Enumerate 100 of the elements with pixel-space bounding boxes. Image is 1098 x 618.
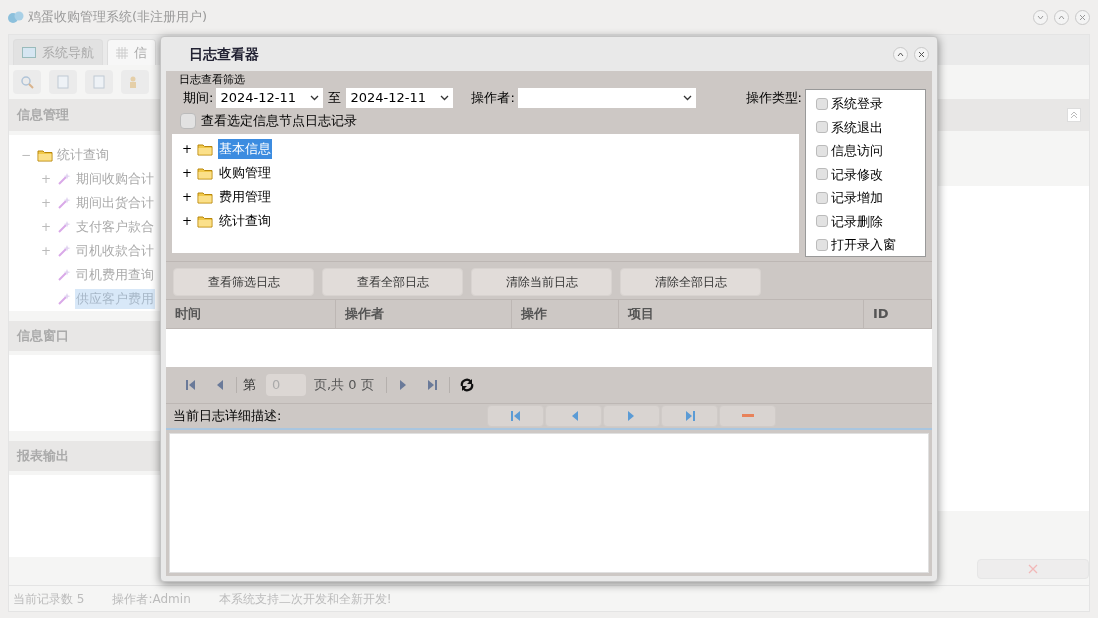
tree-item[interactable]: 费用管理 xyxy=(218,187,272,207)
folder-icon xyxy=(197,142,213,156)
checkbox-label: 系统登录 xyxy=(831,95,883,113)
field-label: 期间: xyxy=(183,89,214,108)
collapse-button[interactable] xyxy=(1033,9,1048,25)
toolbar-button[interactable] xyxy=(49,70,77,94)
close-icon xyxy=(918,50,925,58)
detail-label: 当前日志详细描述: xyxy=(173,407,283,426)
checkbox-label: 打开录入窗 xyxy=(831,236,896,254)
record-nav-button[interactable] xyxy=(545,405,602,427)
app-logo-icon xyxy=(8,10,24,24)
field-label: 操作类型: xyxy=(745,89,802,108)
chevron-down-icon xyxy=(310,95,320,101)
wand-icon xyxy=(57,172,71,186)
collapse-panel-button[interactable] xyxy=(1067,108,1081,122)
close-icon xyxy=(1079,13,1086,21)
wand-icon xyxy=(57,268,71,282)
column-header[interactable]: 时间 xyxy=(166,300,336,328)
tree-item[interactable]: 司机费用查询 xyxy=(75,265,155,285)
column-header[interactable]: 操作 xyxy=(512,300,619,328)
wand-icon xyxy=(57,292,71,306)
action-button[interactable]: 清除全部日志 xyxy=(620,268,761,296)
action-button[interactable]: 查看筛选日志 xyxy=(173,268,314,296)
checkbox[interactable] xyxy=(816,144,828,157)
action-button[interactable]: 查看全部日志 xyxy=(322,268,463,296)
detail-text-area[interactable] xyxy=(169,433,929,573)
delete-record-button[interactable] xyxy=(719,405,776,427)
tree-item[interactable]: 司机收款合计 xyxy=(75,241,155,261)
last-record-icon xyxy=(683,410,696,422)
tree-item[interactable]: 期间收购合计 xyxy=(75,169,155,189)
action-button[interactable]: 清除当前日志 xyxy=(471,268,612,296)
folder-icon xyxy=(37,148,53,162)
folder-icon xyxy=(197,166,213,180)
tree-toggle[interactable]: + xyxy=(182,140,192,158)
record-nav-button[interactable] xyxy=(661,405,718,427)
wand-icon xyxy=(57,196,71,210)
group-label: 日志查看筛选 xyxy=(178,73,246,87)
chevron-down-icon xyxy=(1037,14,1044,20)
tree-item[interactable]: 基本信息 xyxy=(218,139,272,159)
toolbar-button[interactable] xyxy=(121,70,149,94)
chevron-down-icon xyxy=(682,95,692,101)
column-header[interactable]: 操作者 xyxy=(336,300,512,328)
tree-item[interactable]: 支付客户款合 xyxy=(75,217,155,237)
magnifier-icon xyxy=(20,75,34,89)
last-page-icon xyxy=(425,379,438,391)
tree-item[interactable]: 收购管理 xyxy=(218,163,272,183)
dialog-title: 日志查看器 xyxy=(189,44,259,64)
double-chevron-up-icon xyxy=(1070,111,1078,119)
collapse-button[interactable] xyxy=(893,46,908,62)
record-nav-button[interactable] xyxy=(487,405,544,427)
pager-label: 第 xyxy=(243,376,256,395)
tree-toggle[interactable]: + xyxy=(182,188,192,206)
toolbar-button[interactable] xyxy=(85,70,113,94)
checkbox-label: 记录删除 xyxy=(831,212,883,231)
minus-icon xyxy=(741,414,754,418)
pager-label: 页,共 0 页 xyxy=(314,376,374,395)
delete-button[interactable] xyxy=(977,559,1089,579)
wand-icon xyxy=(57,220,71,234)
close-icon xyxy=(1028,564,1038,574)
chevron-down-icon xyxy=(440,95,450,101)
checkbox[interactable] xyxy=(816,191,828,204)
folder-icon xyxy=(197,214,213,228)
tree-item[interactable]: 统计查询 xyxy=(57,145,109,165)
grid-icon xyxy=(116,46,128,59)
field-label: 操作者: xyxy=(471,89,515,108)
document-icon xyxy=(92,75,106,89)
checkbox[interactable] xyxy=(816,168,828,181)
checkbox[interactable] xyxy=(816,121,828,134)
chevron-up-icon xyxy=(1058,14,1065,20)
checkbox[interactable] xyxy=(816,97,828,110)
maximize-button[interactable] xyxy=(1054,9,1069,25)
column-header[interactable]: 项目 xyxy=(619,300,864,328)
dropdown[interactable] xyxy=(517,88,696,108)
checkbox[interactable] xyxy=(816,238,828,251)
panel-title: 信息管理 xyxy=(17,106,69,125)
toolbar-button[interactable] xyxy=(13,70,41,94)
tab[interactable]: 信 xyxy=(107,39,156,65)
wand-icon xyxy=(57,244,71,258)
dropdown[interactable]: 2024-12-11 xyxy=(216,88,324,108)
chevron-up-icon xyxy=(897,51,904,57)
checkbox-label: 信息访问 xyxy=(831,142,883,160)
tree-toggle[interactable]: + xyxy=(182,212,192,230)
tree-item[interactable]: 期间出货合计 xyxy=(75,193,155,213)
refresh-icon xyxy=(459,378,474,392)
close-button[interactable] xyxy=(914,46,929,62)
tree-toggle[interactable]: + xyxy=(182,164,192,182)
column-header[interactable]: ID xyxy=(864,300,932,328)
checkbox-label: 记录增加 xyxy=(831,189,883,207)
window-title: 鸡蛋收购管理系统(非注册用户) xyxy=(28,8,208,27)
dropdown[interactable]: 2024-12-11 xyxy=(346,88,454,108)
checkbox[interactable] xyxy=(816,215,828,228)
field-label: 至 xyxy=(328,89,342,108)
checkbox[interactable] xyxy=(180,113,196,129)
panel-title: 信息窗口 xyxy=(17,327,69,346)
checkbox-label: 系统退出 xyxy=(831,118,883,137)
monitor-icon xyxy=(22,47,36,58)
first-page-icon xyxy=(185,379,197,391)
record-nav-button[interactable] xyxy=(603,405,660,427)
tree-item[interactable]: 统计查询 xyxy=(218,211,272,231)
checkbox-label: 记录修改 xyxy=(831,165,883,184)
